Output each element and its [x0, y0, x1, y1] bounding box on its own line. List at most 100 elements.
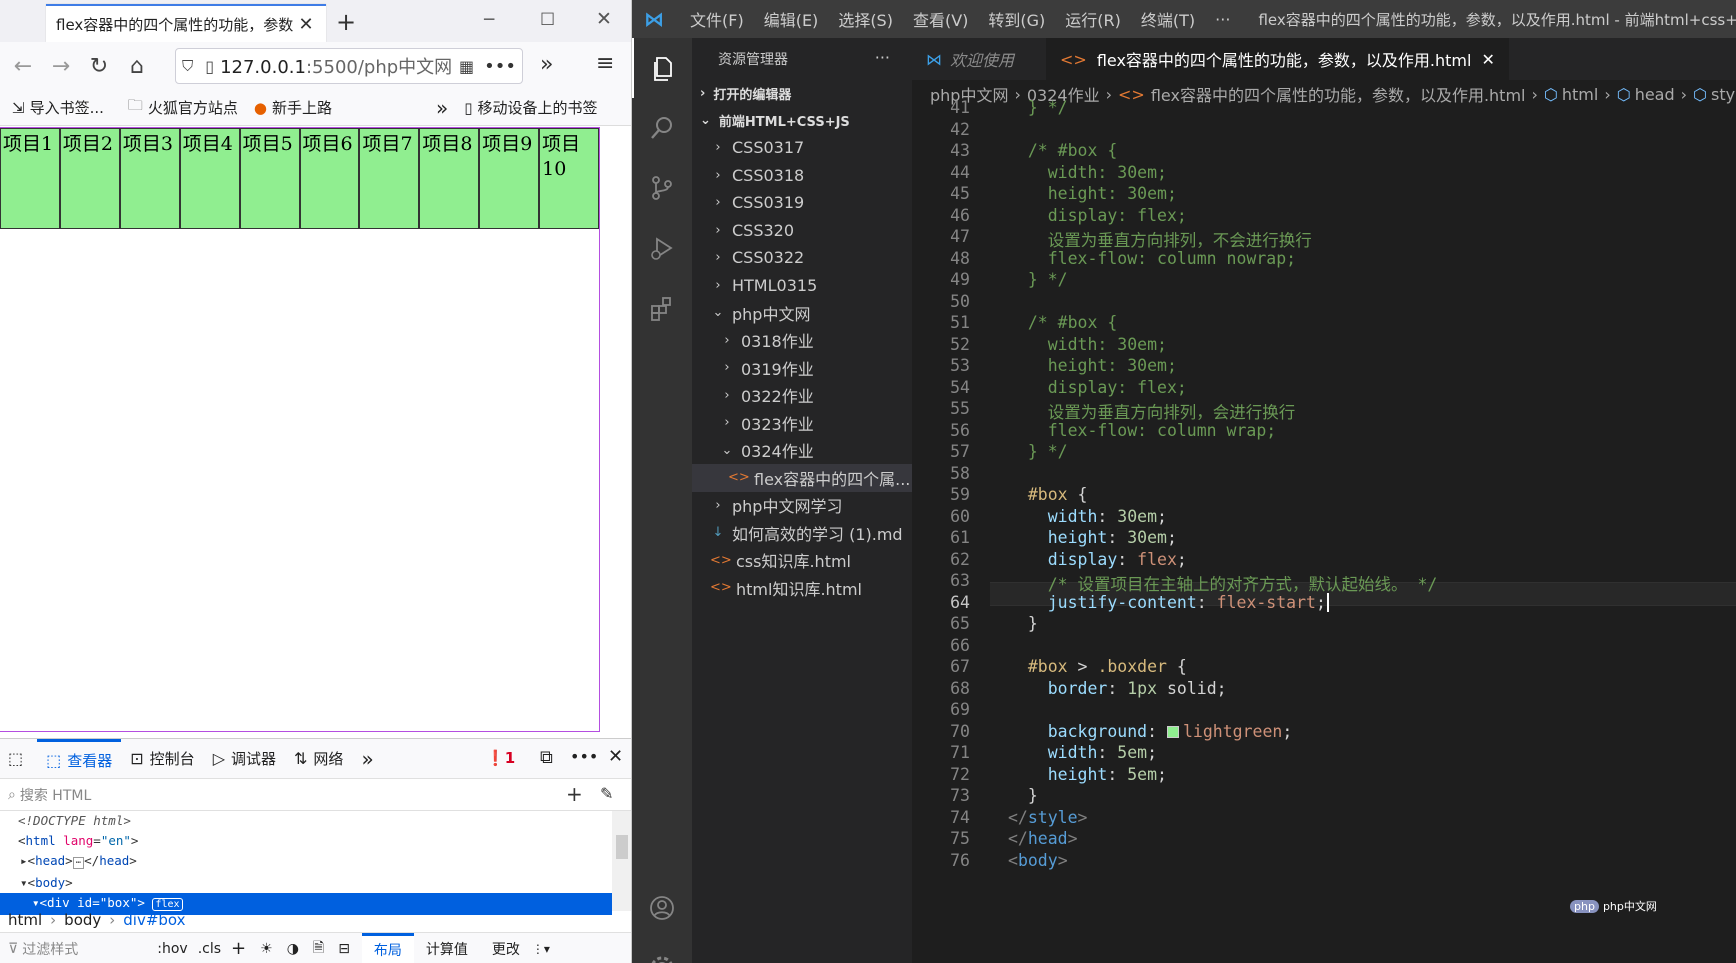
add-rule-icon[interactable]: + — [231, 938, 246, 959]
code-editor[interactable]: 41 } */ 42 43 /* #box {44 width: 30em; 45 h… — [912, 98, 1736, 963]
search-icon[interactable] — [632, 98, 692, 158]
tree-item[interactable]: › CSS320 — [692, 217, 912, 245]
tab-inspector[interactable]: ⬚ 查看器 — [37, 738, 122, 779]
crumb-element[interactable]: styl — [1711, 85, 1736, 104]
crumb-html[interactable]: html — [8, 911, 42, 929]
close-tab-icon[interactable]: ✕ — [1481, 50, 1494, 69]
tree-item[interactable]: › php中文网学习 — [692, 492, 912, 520]
qr-code-icon[interactable]: ▦ — [459, 57, 474, 76]
tree-item[interactable]: › HTML0315 — [692, 272, 912, 300]
tree-item[interactable]: ⌄ php中文网 — [692, 299, 912, 327]
shield-icon[interactable]: ⛉ — [182, 57, 193, 75]
element-picker-icon[interactable]: ⬚ — [0, 739, 37, 779]
explorer-more-icon[interactable]: ··· — [875, 48, 890, 67]
tab-layout[interactable]: 布局 — [361, 933, 414, 963]
close-devtools-icon[interactable]: ✕ — [608, 746, 623, 767]
html-node[interactable]: <html lang="en"> — [0, 831, 631, 851]
tree-item[interactable]: › CSS0317 — [692, 134, 912, 162]
hover-state-toggle[interactable]: :hov — [157, 941, 187, 957]
devtools-menu-icon[interactable]: ••• — [570, 747, 598, 766]
expand-arrow-icon[interactable]: ▸ — [20, 853, 28, 868]
tree-item[interactable]: › 0319作业 — [692, 354, 912, 382]
minimize-icon[interactable]: ─ — [484, 10, 494, 30]
tab-welcome[interactable]: ⋈ 欢迎使用 — [912, 38, 1046, 80]
menu-file[interactable]: 文件(F) — [690, 7, 744, 31]
bookmark-folder[interactable]: 🗀 火狐官方站点 — [128, 95, 238, 120]
tree-item[interactable]: <> flex容器中的四个属... — [692, 464, 912, 492]
bookmark-getting-started[interactable]: ● 新手上路 — [254, 97, 332, 118]
tree-item[interactable]: › 0318作业 — [692, 327, 912, 355]
print-media-icon[interactable]: 🗎 — [313, 937, 324, 961]
eyedropper-icon[interactable]: ✎ — [600, 784, 613, 803]
tab-debugger[interactable]: ▷ 调试器 — [204, 739, 285, 779]
tree-scrollbar[interactable] — [612, 811, 631, 911]
tab-computed[interactable]: 计算值 — [414, 939, 480, 959]
menu-view[interactable]: 查看(V) — [913, 7, 968, 31]
crumb-body[interactable]: body — [64, 911, 101, 929]
tree-item[interactable]: › CSS0319 — [692, 189, 912, 217]
tree-item[interactable]: ⌄ 0324作业 — [692, 437, 912, 465]
window-close-icon[interactable]: ✕ — [596, 8, 612, 30]
new-tab-button[interactable]: + — [336, 8, 356, 36]
menu-more[interactable]: ··· — [1215, 10, 1230, 29]
open-editors-section[interactable]: › 打开的编辑器 — [692, 80, 912, 107]
source-control-icon[interactable] — [632, 158, 692, 218]
tab-active-file[interactable]: <> flex容器中的四个属性的功能，参数，以及作用.html ✕ — [1046, 38, 1509, 80]
mobile-bookmarks[interactable]: ▯ 移动设备上的书签 — [464, 97, 597, 118]
dark-mode-icon[interactable]: ◑ — [287, 941, 299, 957]
add-node-icon[interactable]: + — [566, 782, 583, 806]
menu-edit[interactable]: 编辑(E) — [764, 7, 819, 31]
menu-terminal[interactable]: 终端(T) — [1141, 7, 1195, 31]
tab-changes[interactable]: 更改 — [480, 939, 532, 959]
html-search-field[interactable]: ⌕ 搜索 HTML + ✎ — [0, 779, 631, 811]
accounts-icon[interactable] — [632, 878, 692, 938]
crumb-element[interactable]: head — [1635, 85, 1675, 104]
forward-icon[interactable]: → — [42, 54, 80, 79]
bookmark-import[interactable]: ⇲ 导入书签... — [12, 97, 104, 118]
doctype-node[interactable]: <!DOCTYPE html> — [0, 811, 631, 831]
maximize-icon[interactable]: ☐ — [540, 10, 555, 30]
tree-item[interactable]: <> html知识库.html — [692, 574, 912, 602]
menu-go[interactable]: 转到(G) — [988, 7, 1045, 31]
back-icon[interactable]: ← — [4, 54, 42, 79]
menu-selection[interactable]: 选择(S) — [838, 7, 893, 31]
tree-item[interactable]: › 0323作业 — [692, 409, 912, 437]
reload-icon[interactable]: ↻ — [80, 54, 118, 79]
bookmarks-overflow-icon[interactable]: » — [436, 96, 448, 120]
tree-item[interactable]: › 0322作业 — [692, 382, 912, 410]
dock-icon[interactable]: ⧉ — [540, 747, 553, 768]
collapsed-ellipsis[interactable]: ⋯ — [72, 857, 85, 869]
home-icon[interactable]: ⌂ — [118, 54, 156, 79]
menu-run[interactable]: 运行(R) — [1065, 7, 1121, 31]
head-node[interactable]: ▸<head> ⋯ </head> — [0, 851, 631, 873]
url-text[interactable]: 127.0.0.1:5500/php中文网 — [220, 53, 459, 79]
filter-styles-input[interactable]: 过滤样式 — [22, 939, 157, 959]
extensions-icon[interactable] — [632, 278, 692, 338]
crumb-file[interactable]: flex容器中的四个属性的功能，参数，以及作用.html — [1151, 82, 1526, 106]
url-bar[interactable]: ⛉ ▯ 127.0.0.1:5500/php中文网 ▦ ••• — [175, 48, 523, 84]
tree-item[interactable]: <> css知识库.html — [692, 547, 912, 575]
more-panels-icon[interactable]: ⋮▾ — [532, 942, 550, 956]
more-tools-icon[interactable]: » — [352, 739, 382, 779]
run-debug-icon[interactable] — [632, 218, 692, 278]
body-node[interactable]: ▾<body> — [0, 873, 631, 893]
light-mode-icon[interactable]: ☀ — [260, 941, 273, 957]
browser-tab[interactable]: flex容器中的四个属性的功能，参数 ✕ — [46, 4, 326, 42]
overflow-chevron-icon[interactable]: » — [540, 52, 553, 77]
crumb-div-box[interactable]: div#box — [123, 911, 185, 929]
expand-arrow-icon[interactable]: ▾ — [20, 875, 28, 890]
manage-gear-icon[interactable] — [632, 938, 692, 963]
explorer-icon[interactable] — [632, 38, 692, 98]
error-badge[interactable]: ❗1 — [486, 749, 515, 767]
tab-console[interactable]: ⊡ 控制台 — [121, 739, 203, 779]
tree-item[interactable]: › CSS0318 — [692, 162, 912, 190]
close-tab-icon[interactable]: ✕ — [296, 14, 316, 35]
workspace-section[interactable]: ⌄ 前端HTML+CSS+JS — [692, 107, 912, 134]
tree-item[interactable]: ↓ 如何高效的学习 (1).md — [692, 519, 912, 547]
tree-item[interactable]: › CSS0322 — [692, 244, 912, 272]
class-toggle[interactable]: .cls — [198, 941, 221, 957]
tab-network[interactable]: ⇅ 网络 — [285, 739, 352, 779]
page-actions-icon[interactable]: ••• — [484, 56, 516, 77]
hamburger-menu-icon[interactable]: ≡ — [596, 51, 614, 76]
toggle-sidebar-icon[interactable]: ⊟ — [338, 941, 350, 957]
